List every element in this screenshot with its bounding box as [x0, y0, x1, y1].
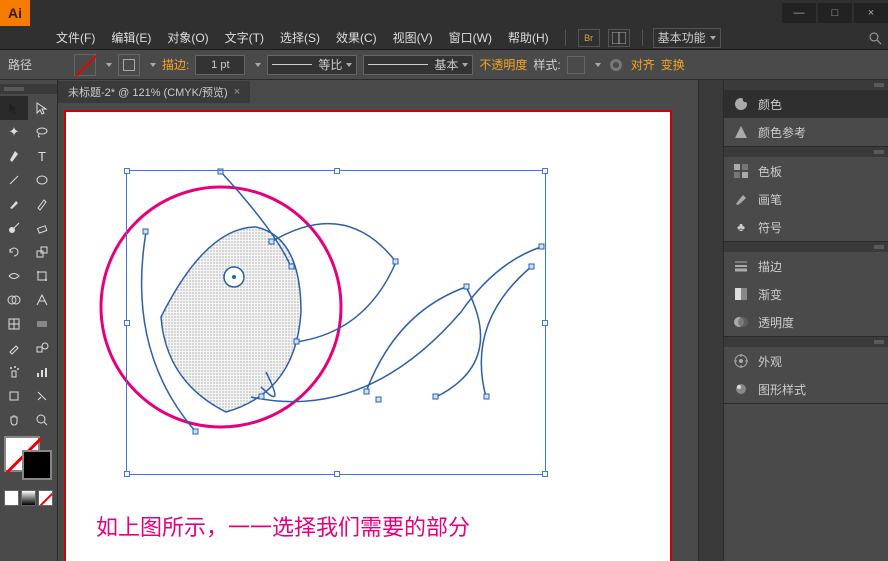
document-tab[interactable]: 未标题-2* @ 121% (CMYK/预览) ×: [58, 81, 250, 103]
align-label[interactable]: 对齐: [631, 56, 655, 73]
palette-icon: [732, 95, 750, 113]
close-button[interactable]: ×: [854, 3, 888, 23]
appearance-icon: [732, 352, 750, 370]
panel-color[interactable]: 颜色: [724, 90, 888, 118]
menu-window[interactable]: 窗口(W): [443, 27, 498, 48]
color-mode-solid[interactable]: [4, 490, 19, 506]
menu-object[interactable]: 对象(O): [161, 27, 214, 48]
menu-effect[interactable]: 效果(C): [330, 27, 383, 48]
color-guide-icon: [732, 123, 750, 141]
maximize-button[interactable]: □: [818, 3, 852, 23]
slice-tool[interactable]: [28, 384, 56, 408]
right-panels: 颜色 颜色参考 色板 画笔 ♣符号 描边 渐变 透明度 外观 图形样式: [723, 80, 888, 561]
style-label: 样式:: [533, 56, 560, 73]
close-tab-icon[interactable]: ×: [234, 86, 240, 98]
style-swatch[interactable]: [567, 56, 585, 74]
instruction-caption: 如上图所示，一一选择我们需要的部分: [96, 510, 470, 542]
workspace-switcher[interactable]: 基本功能: [653, 28, 721, 48]
search-icon[interactable]: [864, 29, 886, 47]
width-tool[interactable]: [0, 264, 28, 288]
artboard-tool[interactable]: [0, 384, 28, 408]
recolor-icon[interactable]: [607, 56, 625, 74]
hand-tool[interactable]: [0, 408, 28, 432]
color-mode-none[interactable]: [38, 490, 53, 506]
mesh-tool[interactable]: [0, 312, 28, 336]
brush-tool[interactable]: [0, 192, 28, 216]
menu-bar: 文件(F) 编辑(E) 对象(O) 文字(T) 选择(S) 效果(C) 视图(V…: [0, 26, 888, 50]
panel-symbols[interactable]: ♣符号: [724, 213, 888, 241]
transform-label[interactable]: 变换: [661, 56, 685, 73]
bridge-icon[interactable]: Br: [578, 29, 600, 47]
panel-gradient[interactable]: 渐变: [724, 280, 888, 308]
blob-brush-tool[interactable]: [0, 216, 28, 240]
menu-edit[interactable]: 编辑(E): [105, 27, 157, 48]
blend-tool[interactable]: [28, 336, 56, 360]
color-mode-gradient[interactable]: [21, 490, 36, 506]
document-tab-bar: 未标题-2* @ 121% (CMYK/预览) ×: [58, 80, 698, 104]
line-tool[interactable]: [0, 168, 28, 192]
app-logo: Ai: [0, 0, 30, 26]
lasso-tool[interactable]: [28, 120, 56, 144]
menu-view[interactable]: 视图(V): [387, 27, 439, 48]
document-area: 未标题-2* @ 121% (CMYK/预览) ×: [58, 80, 698, 561]
shape-builder-tool[interactable]: [0, 288, 28, 312]
scale-tool[interactable]: [28, 240, 56, 264]
type-tool[interactable]: T: [28, 144, 56, 168]
panel-swatches[interactable]: 色板: [724, 157, 888, 185]
transparency-icon: [732, 313, 750, 331]
opacity-label[interactable]: 不透明度: [479, 56, 527, 73]
stroke-color-swatch[interactable]: [22, 450, 52, 480]
direct-selection-tool[interactable]: [28, 96, 56, 120]
menu-file[interactable]: 文件(F): [50, 27, 101, 48]
ellipse-tool[interactable]: [28, 168, 56, 192]
gradient-icon: [732, 285, 750, 303]
panel-stroke[interactable]: 描边: [724, 252, 888, 280]
eraser-tool[interactable]: [28, 216, 56, 240]
panel-brushes[interactable]: 画笔: [724, 185, 888, 213]
menu-type[interactable]: 文字(T): [219, 27, 270, 48]
title-bar: Ai — □ ×: [0, 0, 888, 26]
pen-tool[interactable]: [0, 144, 28, 168]
rotate-tool[interactable]: [0, 240, 28, 264]
free-transform-tool[interactable]: [28, 264, 56, 288]
gradient-tool[interactable]: [28, 312, 56, 336]
graph-tool[interactable]: [28, 360, 56, 384]
brushes-icon: [732, 190, 750, 208]
zoom-tool[interactable]: [28, 408, 56, 432]
toolbox: ✦ T: [0, 80, 58, 561]
panel-color-guide[interactable]: 颜色参考: [724, 118, 888, 146]
perspective-grid-tool[interactable]: [28, 288, 56, 312]
selection-type-label: 路径: [8, 56, 32, 73]
menu-select[interactable]: 选择(S): [274, 27, 326, 48]
stroke-icon: [732, 257, 750, 275]
menu-help[interactable]: 帮助(H): [502, 27, 555, 48]
artboard[interactable]: 如上图所示，一一选择我们需要的部分: [64, 110, 672, 561]
panel-transparency[interactable]: 透明度: [724, 308, 888, 336]
workspace-label: 基本功能: [658, 29, 706, 46]
symbol-sprayer-tool[interactable]: [0, 360, 28, 384]
fill-swatch[interactable]: [74, 54, 96, 76]
arrange-docs-icon[interactable]: [608, 29, 630, 47]
control-bar: 路径 描边: 等比 基本 不透明度 样式: 对齐 变换: [0, 50, 888, 80]
symbols-icon: ♣: [732, 218, 750, 236]
stroke-weight-input[interactable]: [195, 55, 245, 75]
selection-tool[interactable]: [0, 96, 28, 120]
document-tab-title: 未标题-2* @ 121% (CMYK/预览): [68, 84, 228, 100]
swatches-icon: [732, 162, 750, 180]
selection-bounding-box[interactable]: [126, 170, 546, 475]
minimize-button[interactable]: —: [782, 3, 816, 23]
panel-graphic-styles[interactable]: 图形样式: [724, 375, 888, 403]
stroke-label[interactable]: 描边:: [162, 56, 189, 73]
magic-wand-tool[interactable]: ✦: [0, 120, 28, 144]
pencil-tool[interactable]: [28, 192, 56, 216]
panel-appearance[interactable]: 外观: [724, 347, 888, 375]
brush-dropdown[interactable]: 基本: [363, 55, 473, 75]
stroke-swatch[interactable]: [118, 54, 140, 76]
graphic-styles-icon: [732, 380, 750, 398]
collapsed-panel-strip[interactable]: [698, 80, 723, 561]
width-profile-dropdown[interactable]: 等比: [267, 55, 357, 75]
eyedropper-tool[interactable]: [0, 336, 28, 360]
